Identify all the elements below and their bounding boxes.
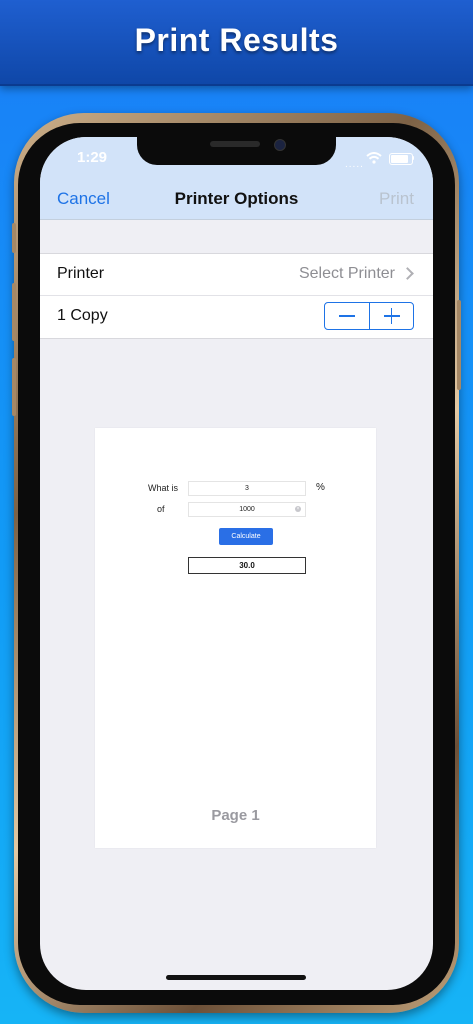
banner: Print Results xyxy=(0,0,473,86)
page-title: Printer Options xyxy=(174,189,299,208)
increment-copies-button[interactable] xyxy=(370,303,414,329)
navigation-bar: Cancel Printer Options Print xyxy=(40,181,433,220)
clear-icon: × xyxy=(295,506,301,512)
of-label: of xyxy=(157,504,165,514)
wifi-icon xyxy=(366,152,382,164)
print-preview-page[interactable]: What is 3 % of 1000 × Calculate 30.0 Pag… xyxy=(95,428,376,848)
result-field: 30.0 xyxy=(188,557,306,574)
banner-title: Print Results xyxy=(134,22,339,58)
speaker-grille xyxy=(210,141,260,147)
printer-row[interactable]: Printer Select Printer xyxy=(40,254,433,296)
base-value-text: 1000 xyxy=(239,506,255,513)
battery-level xyxy=(391,155,408,163)
phone-silent-switch xyxy=(12,223,16,253)
select-printer-value: Select Printer xyxy=(298,265,395,282)
print-button[interactable]: Print xyxy=(379,189,414,209)
percent-value-field: 3 xyxy=(188,481,306,496)
printer-options-list: Printer Select Printer 1 Copy xyxy=(40,253,433,339)
signal-icon: ..... xyxy=(345,159,364,170)
calculate-button-preview: Calculate xyxy=(219,528,273,545)
copies-row: 1 Copy xyxy=(40,296,433,337)
phone-volume-down xyxy=(12,358,16,416)
battery-tip xyxy=(412,156,414,160)
status-time: 1:29 xyxy=(77,149,108,166)
minus-icon xyxy=(339,315,355,317)
phone-screen: 1:29 ..... Cancel Printer Options Print … xyxy=(40,137,433,990)
copies-label: 1 Copy xyxy=(57,307,108,324)
base-value-field: 1000 × xyxy=(188,502,306,517)
front-camera-icon xyxy=(274,139,286,151)
battery-icon xyxy=(389,153,413,165)
decrement-copies-button[interactable] xyxy=(325,303,370,329)
home-indicator[interactable] xyxy=(166,975,306,980)
phone-power-button xyxy=(457,300,461,390)
percent-symbol: % xyxy=(316,482,325,493)
phone-notch xyxy=(137,137,336,165)
plus-icon-vertical xyxy=(390,308,392,324)
phone-volume-up xyxy=(12,283,16,341)
copies-stepper xyxy=(324,302,414,330)
printer-label: Printer xyxy=(57,265,105,282)
chevron-right-icon xyxy=(401,267,414,280)
what-is-label: What is xyxy=(148,483,179,493)
page-number-label: Page 1 xyxy=(211,807,260,824)
